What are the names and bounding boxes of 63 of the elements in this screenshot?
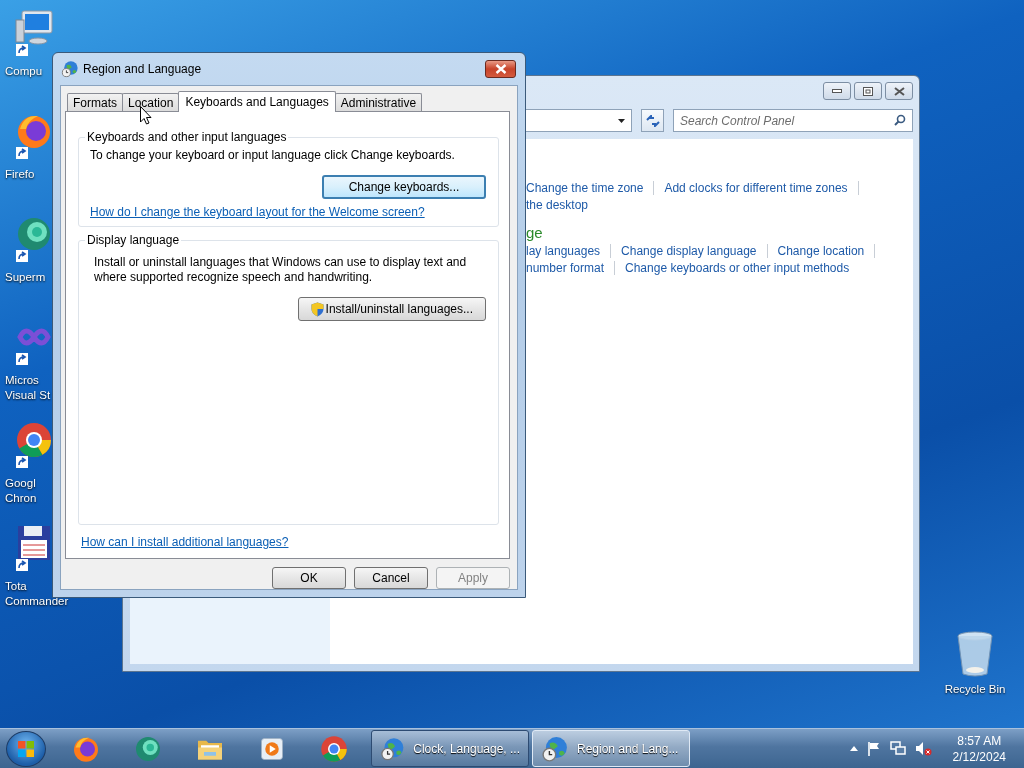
help-link[interactable]: How do I change the keyboard layout for the Welcome screen? bbox=[90, 205, 425, 219]
maximize-button[interactable] bbox=[854, 82, 882, 100]
restore-icon bbox=[863, 86, 873, 96]
description-text: To change your keyboard or input language click Change keyboards. bbox=[90, 148, 456, 163]
shortcut-arrow-icon bbox=[16, 353, 28, 365]
task-link[interactable]: Change display language bbox=[621, 243, 757, 258]
clock-time[interactable]: 8:57 AM bbox=[957, 732, 1002, 749]
close-button[interactable] bbox=[485, 60, 516, 78]
globe-clock-icon bbox=[541, 734, 569, 763]
desktop-icon-label[interactable]: Superm bbox=[0, 270, 46, 285]
search-field[interactable]: Search Control Panel bbox=[673, 109, 913, 132]
close-icon bbox=[494, 64, 507, 74]
task-link[interactable]: Change the time zone bbox=[526, 180, 644, 195]
close-icon bbox=[893, 86, 905, 96]
computer-icon bbox=[14, 8, 54, 48]
dialog-button[interactable]: OK bbox=[272, 567, 346, 589]
task-link[interactable]: number format bbox=[526, 261, 605, 276]
task-link[interactable]: the desktop bbox=[526, 198, 589, 213]
chrome-icon bbox=[14, 420, 54, 460]
clock-date[interactable]: 2/12/2024 bbox=[952, 748, 1006, 765]
shortcut-arrow-icon bbox=[16, 456, 28, 468]
shield-icon bbox=[310, 301, 324, 317]
shortcut-arrow-icon bbox=[16, 250, 28, 262]
desktop-icon-label[interactable]: Micros Visual St bbox=[0, 373, 51, 403]
start-button[interactable] bbox=[6, 730, 46, 767]
tab[interactable]: Keyboards and Languages bbox=[178, 91, 336, 112]
refresh-icon bbox=[645, 114, 660, 127]
task-link[interactable]: lay languages bbox=[526, 243, 601, 258]
refresh-button[interactable] bbox=[641, 109, 664, 132]
task-link[interactable]: Change keyboards or other input methods bbox=[625, 261, 850, 276]
desktop-icon-label[interactable]: Firefo bbox=[0, 167, 35, 182]
network-icon[interactable] bbox=[889, 741, 906, 756]
group-title: Display language bbox=[86, 233, 181, 247]
shortcut-arrow-icon bbox=[16, 559, 28, 571]
desktop-icon-label[interactable]: Recycle Bin bbox=[944, 682, 1006, 697]
tab[interactable]: Location bbox=[122, 93, 180, 111]
help-link[interactable]: How can I install additional languages? bbox=[81, 535, 289, 549]
windows-logo-icon bbox=[18, 740, 34, 757]
close-button[interactable] bbox=[885, 82, 913, 100]
task-link[interactable]: Change location bbox=[777, 243, 865, 258]
action-button[interactable]: Change keyboards... bbox=[322, 175, 486, 199]
shortcut-arrow-icon bbox=[16, 44, 28, 56]
show-hidden-icons-icon[interactable] bbox=[849, 746, 858, 751]
task-link[interactable]: Add clocks for different time zones bbox=[664, 180, 848, 195]
action-button[interactable]: Install/uninstall languages... bbox=[297, 297, 486, 321]
desktop-icon-label[interactable]: Googl Chron bbox=[0, 476, 37, 506]
minimize-icon bbox=[832, 88, 842, 94]
speaker-muted-icon[interactable] bbox=[914, 741, 932, 756]
dropdown-arrow-icon bbox=[618, 118, 625, 123]
search-icon bbox=[894, 114, 906, 126]
tab[interactable]: Formats bbox=[67, 93, 123, 111]
flag-icon[interactable] bbox=[866, 741, 881, 756]
chrome-icon bbox=[319, 733, 349, 764]
globe-clock-icon bbox=[61, 60, 79, 78]
window-title: Region and Language bbox=[83, 62, 202, 76]
dialog-button[interactable]: Cancel bbox=[354, 567, 428, 589]
minimize-button[interactable] bbox=[823, 82, 851, 100]
category-heading: ge bbox=[526, 224, 544, 242]
group-title: Keyboards and other input languages bbox=[86, 130, 288, 144]
shortcut-arrow-icon bbox=[16, 147, 28, 159]
tab[interactable]: Administrative bbox=[334, 93, 423, 111]
recycle-bin-icon[interactable] bbox=[955, 630, 995, 678]
description-text: Install or uninstall languages that Windows can use to display text and where supported recognize speech and handwriting. bbox=[94, 255, 468, 285]
